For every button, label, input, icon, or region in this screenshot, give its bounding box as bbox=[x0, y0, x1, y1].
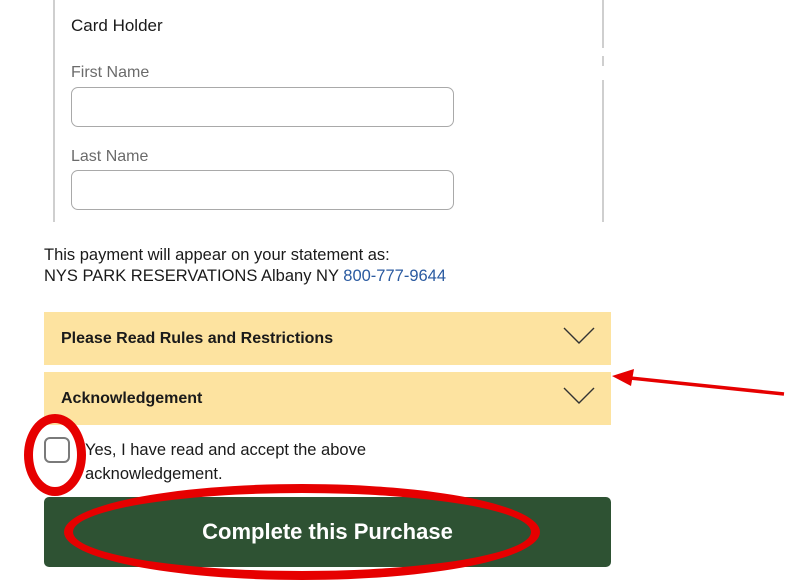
card-panel-right-border bbox=[602, 0, 604, 48]
complete-purchase-button[interactable]: Complete this Purchase bbox=[44, 497, 611, 567]
card-holder-title: Card Holder bbox=[71, 16, 163, 35]
checkbox-annotation-circle bbox=[24, 414, 86, 496]
card-panel-right-border bbox=[602, 56, 604, 66]
card-panel-left-border bbox=[53, 0, 55, 222]
chevron-down-icon bbox=[563, 327, 595, 344]
first-name-label: First Name bbox=[71, 64, 150, 81]
annotation-arrow-icon bbox=[612, 369, 785, 396]
statement-notice: This payment will appear on your stateme… bbox=[44, 245, 446, 287]
last-name-label: Last Name bbox=[71, 148, 149, 165]
rules-accordion[interactable]: Please Read Rules and Restrictions bbox=[44, 312, 611, 365]
card-panel-right-border bbox=[602, 80, 604, 222]
statement-phone-link[interactable]: 800-777-9644 bbox=[343, 267, 446, 285]
statement-line-2: NYS PARK RESERVATIONS Albany NY 800-777-… bbox=[44, 266, 446, 287]
statement-merchant: NYS PARK RESERVATIONS Albany NY bbox=[44, 267, 339, 285]
statement-line-1: This payment will appear on your stateme… bbox=[44, 246, 390, 264]
acknowledgement-accordion[interactable]: Acknowledgement bbox=[44, 372, 611, 425]
first-name-input[interactable] bbox=[71, 87, 454, 127]
acknowledge-checkbox-label: Yes, I have read and accept the above ac… bbox=[85, 441, 367, 483]
last-name-input[interactable] bbox=[71, 170, 454, 210]
chevron-down-icon bbox=[563, 387, 595, 404]
acknowledgement-accordion-label: Acknowledgement bbox=[61, 390, 203, 407]
payment-page: Card Holder First Name Last Name This pa… bbox=[0, 0, 788, 581]
rules-accordion-label: Please Read Rules and Restrictions bbox=[61, 330, 334, 347]
